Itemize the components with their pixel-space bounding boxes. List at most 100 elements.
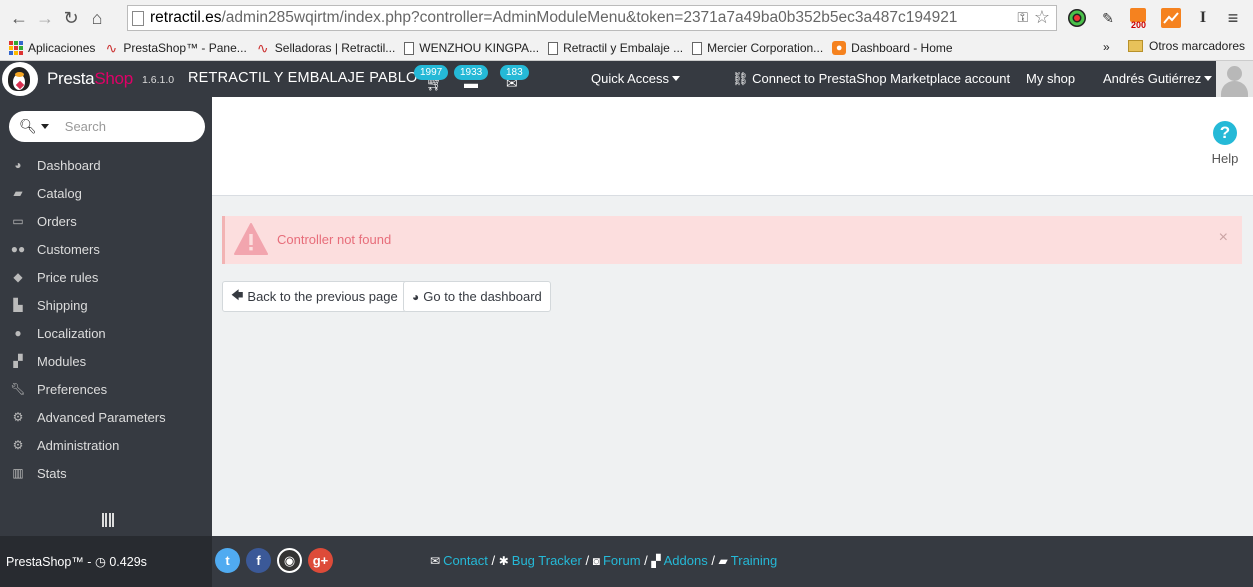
orders-notification[interactable]: 🛒︎ 1997 <box>414 65 449 93</box>
home-icon[interactable]: ⌂ <box>84 5 110 31</box>
sidebar-item-modules[interactable]: ▞ Modules <box>0 347 212 375</box>
search-icon[interactable]: 🔍︎ <box>19 118 37 135</box>
wave-icon: ∿ <box>256 39 269 56</box>
wave-icon: ∿ <box>105 39 118 56</box>
other-bookmarks[interactable]: Otros marcadores <box>1128 39 1245 53</box>
bookmark-prestashop[interactable]: ∿ PrestaShop™ - Pane... <box>104 39 247 56</box>
sidebar-item-dashboard[interactable]: ◕ Dashboard <box>0 151 212 179</box>
question-circle-icon: ? <box>1213 121 1237 145</box>
sidebar-item-preferences[interactable]: 🔧︎ Preferences <box>0 375 212 403</box>
warning-icon <box>234 223 268 255</box>
my-shop-link[interactable]: My shop <box>1026 71 1075 86</box>
user-menu[interactable]: Andrés Gutiérrez <box>1103 71 1213 86</box>
customers-notification[interactable]: ▬ 1933 <box>454 65 489 93</box>
credit-card-icon: ▭ <box>12 214 24 228</box>
collapse-menu-icon[interactable] <box>102 513 114 527</box>
contact-link[interactable]: Contact <box>443 553 488 568</box>
forum-link[interactable]: Forum <box>603 553 641 568</box>
book-icon: ▰ <box>13 186 23 200</box>
chain-icon: ⛓ <box>732 71 749 86</box>
messages-notification[interactable]: ✉ 183 <box>498 65 529 93</box>
bookmark-star-icon[interactable]: ☆ <box>1034 7 1050 28</box>
brand-name[interactable]: PrestaShop <box>47 69 133 89</box>
sidebar-item-stats[interactable]: ▥ Stats <box>0 459 212 487</box>
dashboard-button[interactable]: ◕ Go to the dashboard <box>403 281 551 312</box>
color-wheel-extension-icon[interactable] <box>1066 7 1088 29</box>
comments-icon: ◙ <box>592 554 600 568</box>
wrench-icon: 🔧︎ <box>10 382 26 396</box>
sidebar-item-orders[interactable]: ▭ Orders <box>0 207 212 235</box>
shop-name: RETRACTIL Y EMBALAJE PABLO <box>188 70 418 86</box>
sidebar-item-advanced-parameters[interactable]: ⚙ Advanced Parameters <box>0 403 212 431</box>
more-bookmarks-chevron[interactable]: » <box>1103 40 1110 54</box>
bookmark-dashboard-home[interactable]: ● Dashboard - Home <box>832 41 953 55</box>
bookmark-mercier[interactable]: Mercier Corporation... <box>692 41 823 55</box>
footer: PrestaShop™ - ◷ 0.429s t f ◉ g+ ✉ Contact… <box>0 536 1253 587</box>
caret-down-icon[interactable] <box>40 124 49 129</box>
envelope-icon: ✉ <box>430 554 441 568</box>
cogs-icon: ⚙ <box>12 410 24 424</box>
sidebar-item-localization[interactable]: ● Localization <box>0 319 212 347</box>
text-cursor-extension-icon[interactable]: I <box>1192 7 1214 29</box>
sidebar: 🔍︎ ◕Dashboard ▰Catalog ▭Orders ●●Custome… <box>0 97 212 536</box>
forward-arrow-icon[interactable]: → <box>32 5 58 31</box>
close-icon[interactable]: × <box>1219 229 1228 247</box>
arrow-left-icon: 🡄 <box>231 288 244 302</box>
svg-text:200: 200 <box>1131 20 1146 29</box>
footer-links: ✉ Contact / ✱ Bug Tracker / ◙ Forum / ▞ Addo… <box>430 553 778 568</box>
bookmark-apps[interactable]: Aplicaciones <box>9 41 95 55</box>
customers-badge: 1933 <box>454 65 489 80</box>
apps-icon <box>9 41 23 55</box>
bookmark-retractil[interactable]: Retractil y Embalaje ... <box>548 41 683 55</box>
back-button[interactable]: 🡄 Back to the previous page <box>222 281 407 312</box>
marketplace-connect-link[interactable]: ⛓ Connect to PrestaShop Marketplace acco… <box>732 71 1010 87</box>
key-icon[interactable]: ⚿ <box>1017 9 1028 26</box>
menu-icon[interactable]: ≡ <box>1222 7 1244 29</box>
training-link[interactable]: Training <box>731 553 777 568</box>
caret-down-icon <box>1204 76 1213 81</box>
sidebar-item-administration[interactable]: ⚙ Administration <box>0 431 212 459</box>
page-toolbar: ? Help <box>212 97 1253 196</box>
bug-tracker-link[interactable]: Bug Tracker <box>512 553 582 568</box>
browser-toolbar: ← → ↻ ⌂ retractil.es/admin285wqirtm/inde… <box>0 0 1253 36</box>
addons-link[interactable]: Addons <box>664 553 708 568</box>
clock-icon: ◷ <box>94 555 106 569</box>
bookmark-selladoras[interactable]: ∿ Selladoras | Retractil... <box>256 39 395 56</box>
bookmark-wenzhou[interactable]: WENZHOU KINGPA... <box>404 41 539 55</box>
messages-badge: 183 <box>500 65 529 80</box>
sidebar-item-catalog[interactable]: ▰ Catalog <box>0 179 212 207</box>
analytics-extension-icon[interactable] <box>1160 7 1182 29</box>
page-icon <box>692 41 703 55</box>
back-arrow-icon[interactable]: ← <box>6 5 32 31</box>
prestashop-logo-icon[interactable] <box>2 62 38 96</box>
github-icon[interactable]: ◉ <box>277 548 302 573</box>
page-icon <box>548 41 559 55</box>
orders-badge: 1997 <box>414 65 449 80</box>
google-plus-icon[interactable]: g+ <box>308 548 333 573</box>
facebook-icon[interactable]: f <box>246 548 271 573</box>
admin-header: PrestaShop 1.6.1.0 RETRACTIL Y EMBALAJE … <box>0 61 1253 97</box>
users-icon: ●● <box>10 242 26 256</box>
bar-chart-icon: ▥ <box>12 466 24 480</box>
quick-access-dropdown[interactable]: Quick Access <box>591 71 681 86</box>
bookmarks-bar: Aplicaciones ∿ PrestaShop™ - Pane... ∿ S… <box>0 36 1253 61</box>
help-button[interactable]: ? Help <box>1208 121 1242 166</box>
sidebar-item-shipping[interactable]: ▙ Shipping <box>0 291 212 319</box>
page-icon <box>404 41 415 55</box>
sidebar-item-price-rules[interactable]: ◆ Price rules <box>0 263 212 291</box>
globe-icon: ● <box>14 326 22 340</box>
address-bar[interactable]: retractil.es/admin285wqirtm/index.php?co… <box>127 5 1057 31</box>
edit-extension-icon[interactable]: ✎ <box>1097 7 1119 29</box>
reload-icon[interactable]: ↻ <box>58 5 84 31</box>
rss-extension-icon[interactable]: 200 <box>1128 7 1150 29</box>
url-host: retractil.es <box>150 9 222 26</box>
url-path: /admin285wqirtm/index.php?controller=Adm… <box>221 9 958 26</box>
twitter-icon[interactable]: t <box>215 548 240 573</box>
alert-message: Controller not found <box>277 232 392 247</box>
cog-icon: ⚙ <box>12 438 24 452</box>
search-input[interactable] <box>64 119 195 134</box>
caret-down-icon <box>672 76 681 81</box>
sidebar-item-customers[interactable]: ●● Customers <box>0 235 212 263</box>
folder-icon <box>1128 40 1143 52</box>
avatar[interactable] <box>1216 61 1253 97</box>
